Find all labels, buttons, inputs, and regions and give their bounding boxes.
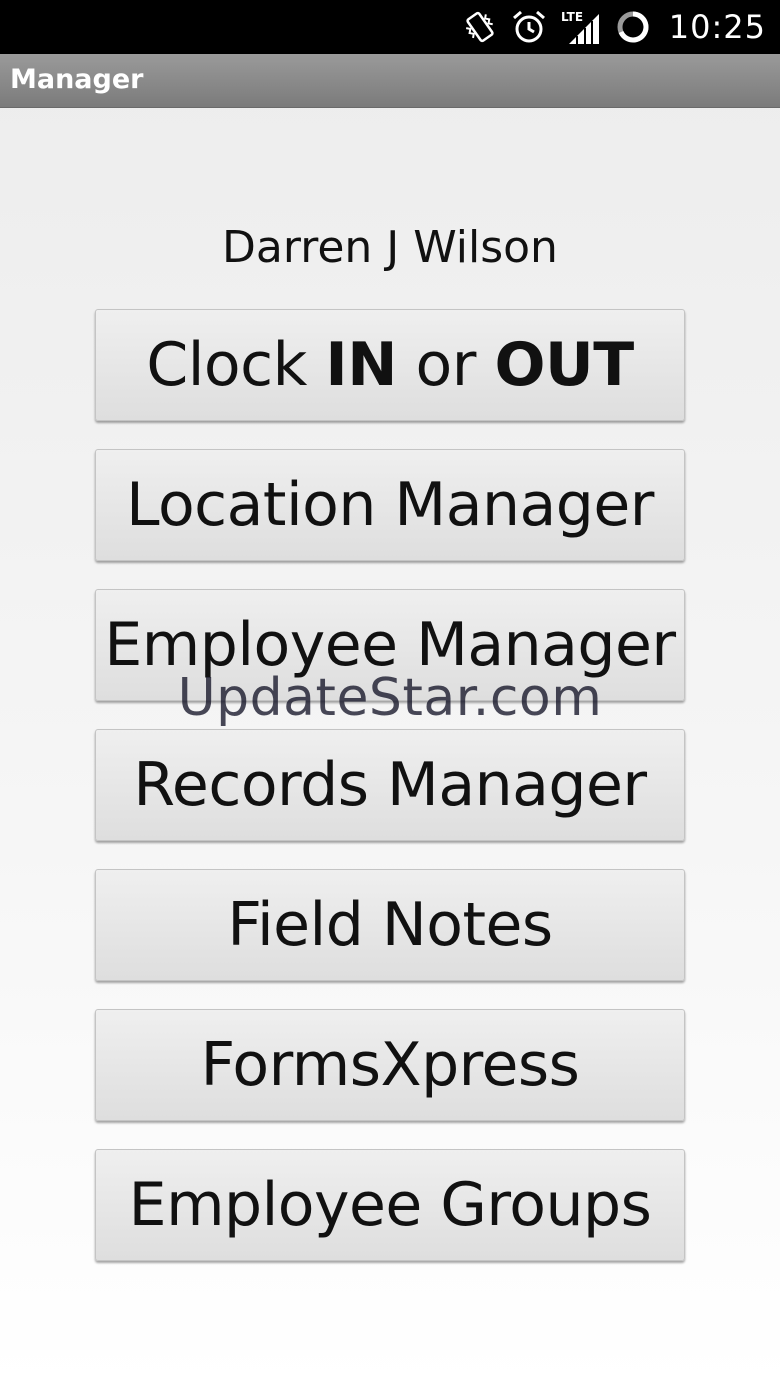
status-icons: LTE 10:25 — [463, 0, 766, 54]
employee-manager-button[interactable]: Employee Manager — [95, 589, 685, 701]
lte-signal-icon: LTE — [561, 8, 601, 46]
vibrate-icon — [463, 8, 497, 46]
clock-label-in: IN — [325, 330, 397, 400]
field-notes-button[interactable]: Field Notes — [95, 869, 685, 981]
location-manager-button[interactable]: Location Manager — [95, 449, 685, 561]
clock-label-out: OUT — [494, 330, 635, 400]
app-title: Manager — [10, 64, 144, 95]
action-bar: Manager — [0, 54, 780, 108]
status-bar: LTE 10:25 — [0, 0, 780, 54]
status-time: 10:25 — [668, 8, 766, 46]
clock-label-part1: Clock — [146, 330, 326, 400]
clock-label-part3: or — [396, 330, 495, 400]
user-name: Darren J Wilson — [222, 222, 558, 273]
alarm-icon — [511, 9, 547, 45]
employee-groups-button[interactable]: Employee Groups — [95, 1149, 685, 1261]
lte-label: LTE — [561, 10, 583, 24]
clock-in-out-button[interactable]: Clock IN or OUT — [95, 309, 685, 421]
records-manager-button[interactable]: Records Manager — [95, 729, 685, 841]
sync-icon — [615, 9, 651, 45]
formsxpress-button[interactable]: FormsXpress — [95, 1009, 685, 1121]
